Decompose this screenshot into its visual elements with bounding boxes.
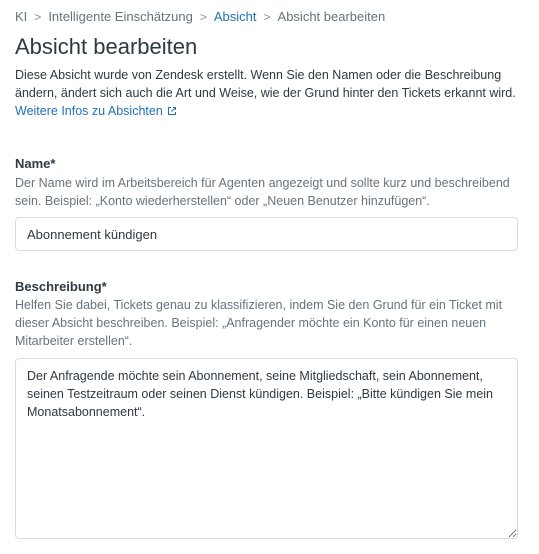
name-input[interactable] bbox=[15, 217, 518, 251]
intro-text: Diese Absicht wurde von Zendesk erstellt… bbox=[15, 68, 516, 100]
description-textarea[interactable]: Der Anfragende möchte sein Abonnement, s… bbox=[15, 358, 518, 539]
description-field-hint: Helfen Sie dabei, Tickets genau zu klass… bbox=[15, 298, 503, 348]
name-field-label: Name* bbox=[15, 156, 56, 171]
chevron-right-icon: > bbox=[263, 9, 271, 24]
learn-more-link-label: Weitere Infos zu Absichten bbox=[15, 104, 163, 118]
page-title: Absicht bearbeiten bbox=[15, 34, 198, 59]
description-field-label: Beschreibung* bbox=[15, 279, 107, 294]
breadcrumb-item-intelligent-triage[interactable]: Intelligente Einschätzung bbox=[48, 9, 193, 24]
learn-more-link[interactable]: Weitere Infos zu Absichten bbox=[15, 102, 177, 120]
breadcrumb: KI > Intelligente Einschätzung > Absicht… bbox=[15, 9, 385, 24]
external-link-icon bbox=[167, 107, 176, 115]
page-intro: Diese Absicht wurde von Zendesk erstellt… bbox=[15, 66, 525, 120]
breadcrumb-item-ki[interactable]: KI bbox=[15, 9, 27, 24]
chevron-right-icon: > bbox=[199, 9, 207, 24]
breadcrumb-item-intent[interactable]: Absicht bbox=[214, 9, 257, 24]
name-field-hint: Der Name wird im Arbeitsbereich für Agen… bbox=[15, 176, 510, 208]
breadcrumb-item-current: Absicht bearbeiten bbox=[277, 9, 386, 24]
chevron-right-icon: > bbox=[34, 9, 42, 24]
